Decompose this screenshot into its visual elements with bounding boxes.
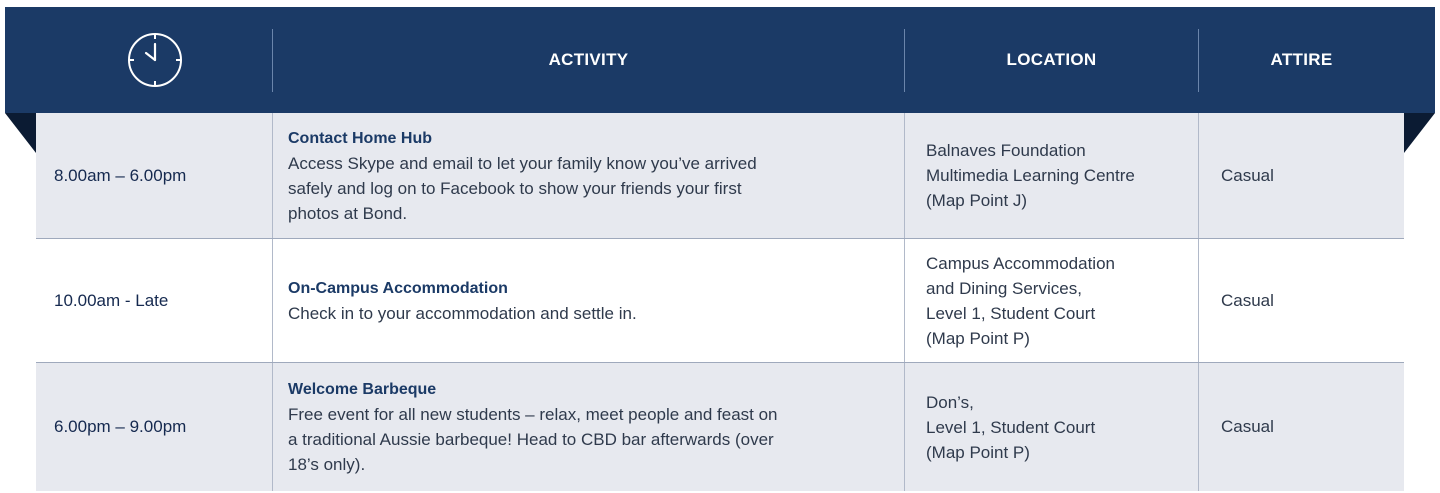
activity-cell: Welcome Barbeque Free event for all new … xyxy=(288,363,888,491)
column-divider xyxy=(904,113,905,238)
activity-description: Check in to your accommodation and settl… xyxy=(288,303,637,323)
column-divider xyxy=(1198,113,1199,238)
activity-cell: Contact Home Hub Access Skype and email … xyxy=(288,113,888,238)
location-cell: Don’s, Level 1, Student Court (Map Point… xyxy=(926,392,1096,462)
activity-title: On-Campus Accommodation xyxy=(288,279,508,297)
attire-cell: Casual xyxy=(1221,290,1274,310)
clock-icon xyxy=(125,30,185,90)
time-column-header xyxy=(36,7,274,113)
location-column-header: LOCATION xyxy=(905,7,1198,113)
table-row: 10.00am - Late On-Campus Accommodation C… xyxy=(36,239,1404,363)
attire-header-label: ATTIRE xyxy=(1270,50,1333,69)
column-divider xyxy=(1198,239,1199,362)
time-cell: 6.00pm – 9.00pm xyxy=(54,417,187,436)
column-divider xyxy=(272,113,273,238)
column-divider xyxy=(904,363,905,491)
attire-cell: Casual xyxy=(1221,417,1274,436)
activity-header-label: ACTIVITY xyxy=(548,50,629,69)
activity-description: Free event for all new students – relax,… xyxy=(288,405,778,474)
attire-cell: Casual xyxy=(1221,165,1274,185)
header-fold-right xyxy=(1404,113,1435,153)
activity-title: Contact Home Hub xyxy=(288,129,432,147)
header-fold-left xyxy=(5,113,36,153)
location-cell: Balnaves Foundation Multimedia Learning … xyxy=(926,141,1135,210)
activity-column-header: ACTIVITY xyxy=(273,7,904,113)
activity-cell: On-Campus Accommodation Check in to your… xyxy=(288,239,888,362)
location-header-label: LOCATION xyxy=(1006,50,1097,69)
table-header: ACTIVITY LOCATION ATTIRE xyxy=(5,7,1435,113)
table-row: 8.00am – 6.00pm Contact Home Hub Access … xyxy=(36,113,1404,239)
activity-description: Access Skype and email to let your famil… xyxy=(288,153,757,223)
schedule-table: 8.00am – 6.00pm Contact Home Hub Access … xyxy=(36,113,1404,491)
column-divider xyxy=(904,239,905,362)
time-cell: 10.00am - Late xyxy=(54,290,169,310)
activity-title: Welcome Barbeque xyxy=(288,381,437,398)
table-row: 6.00pm – 9.00pm Welcome Barbeque Free ev… xyxy=(36,363,1404,491)
column-divider xyxy=(272,239,273,362)
column-divider xyxy=(1198,363,1199,491)
attire-column-header: ATTIRE xyxy=(1199,7,1404,113)
column-divider xyxy=(272,363,273,491)
location-cell: Campus Accommodation and Dining Services… xyxy=(926,253,1115,348)
time-cell: 8.00am – 6.00pm xyxy=(54,165,187,185)
